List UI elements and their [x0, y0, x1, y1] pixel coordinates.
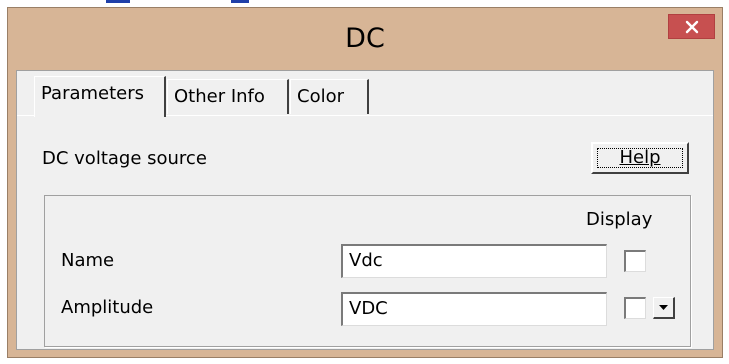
focus-rectangle	[597, 148, 683, 168]
name-display-checkbox[interactable]	[624, 250, 646, 272]
field-label-amplitude: Amplitude	[61, 297, 154, 318]
tab-other-info-label: Other Info	[174, 86, 265, 107]
close-icon	[685, 20, 698, 33]
tab-parameters[interactable]: Parameters	[34, 76, 166, 117]
display-column-header: Display	[586, 209, 653, 230]
tab-color-label: Color	[297, 86, 344, 107]
close-button[interactable]	[668, 14, 715, 39]
amplitude-display-checkbox[interactable]	[624, 297, 646, 319]
name-input[interactable]: Vdc	[341, 244, 607, 278]
tab-color[interactable]: Color	[290, 79, 369, 114]
amplitude-dropdown-button[interactable]	[653, 297, 675, 319]
amplitude-input[interactable]: VDC	[341, 292, 607, 326]
tab-other-info[interactable]: Other Info	[167, 79, 289, 114]
field-label-name: Name	[61, 250, 115, 271]
chevron-down-icon	[659, 304, 668, 310]
tab-strip: Parameters Other Info Color	[17, 71, 713, 117]
source-description: DC voltage source	[42, 148, 207, 169]
dialog-client-area: Parameters Other Info Color DC voltage s…	[16, 70, 714, 350]
tab-parameters-label: Parameters	[41, 83, 145, 104]
parameters-group: Display Name Vdc Amplitude VDC	[44, 195, 691, 347]
background-toolbar-mark	[106, 0, 130, 3]
background-toolbar-mark	[231, 0, 249, 3]
window-title: DC	[345, 23, 385, 54]
help-button[interactable]: Help	[591, 142, 689, 174]
parameters-panel: DC voltage source Help Display Name Vdc …	[17, 116, 713, 351]
dc-dialog: DC Parameters Other Info Color DC voltag…	[7, 7, 723, 358]
